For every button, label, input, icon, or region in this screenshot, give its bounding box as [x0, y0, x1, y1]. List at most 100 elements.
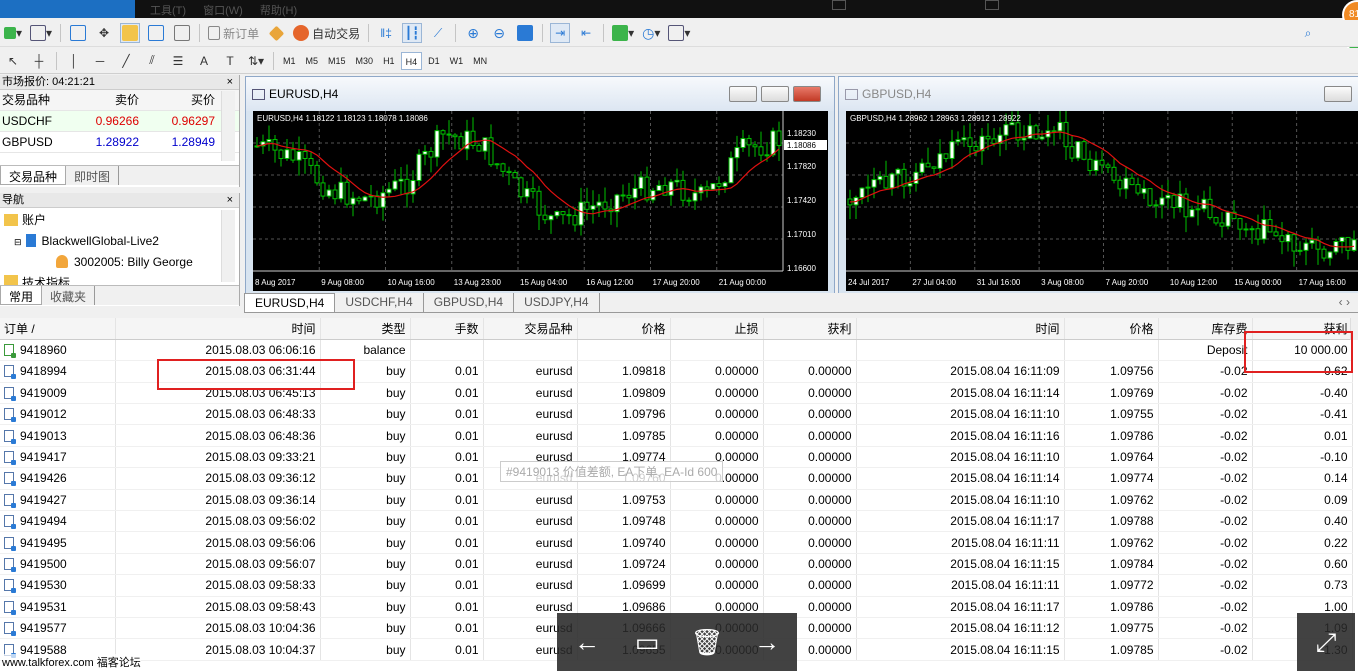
- timeframe-h4[interactable]: H4: [400, 51, 423, 70]
- column-header[interactable]: 手数: [410, 318, 484, 340]
- table-row[interactable]: 9419013 2015.08.03 06:48:36 buy 0.01 eurusd 1…: [0, 424, 1353, 447]
- metaeditor-button[interactable]: [266, 23, 286, 43]
- tab-tick-chart[interactable]: 即时图: [66, 166, 120, 185]
- chart-window-eurusd[interactable]: EURUSD,H4 EURUSD,H4 1.18122 1.18123 1.18…: [245, 76, 835, 294]
- new-order-button[interactable]: 新订单: [207, 23, 260, 43]
- profiles-button[interactable]: ▾: [29, 23, 53, 43]
- chart-tab-usdchf[interactable]: USDCHF,H4: [335, 293, 424, 312]
- column-header[interactable]: 止损: [670, 318, 764, 340]
- column-header[interactable]: 卖价: [84, 90, 139, 110]
- horizontal-line-tool[interactable]: ─: [90, 51, 110, 71]
- label-tool[interactable]: T: [220, 51, 240, 71]
- auto-scroll-button[interactable]: ⇤: [576, 23, 596, 43]
- trash-icon[interactable]: 🗑: [687, 627, 727, 658]
- table-row[interactable]: 9418994 2015.08.03 06:31:44 buy 0.01 eurusd 1…: [0, 360, 1353, 383]
- line-chart-button[interactable]: ⟋: [428, 23, 448, 43]
- menu-item[interactable]: 帮助(H): [260, 5, 297, 17]
- table-row[interactable]: 9419494 2015.08.03 09:56:02 buy 0.01 eurusd 1…: [0, 510, 1353, 533]
- comment-icon[interactable]: ▭: [627, 627, 667, 658]
- next-arrow-icon[interactable]: →: [747, 627, 787, 658]
- menu-item[interactable]: 工具(T): [150, 5, 186, 17]
- arrows-tool[interactable]: ⇅▾: [246, 51, 266, 71]
- close-icon[interactable]: ×: [227, 193, 233, 208]
- tab-favorites[interactable]: 收藏夹: [42, 286, 96, 305]
- text-tool[interactable]: A: [194, 51, 214, 71]
- vertical-line-tool[interactable]: │: [64, 51, 84, 71]
- navigator-scrollbar[interactable]: [221, 210, 235, 282]
- chart-canvas[interactable]: EURUSD,H4 1.18122 1.18123 1.18078 1.1808…: [253, 111, 828, 291]
- candlestick-button[interactable]: ┃┇: [402, 23, 423, 43]
- table-row[interactable]: 9419500 2015.08.03 09:56:07 buy 0.01 eurusd 1…: [0, 553, 1353, 576]
- data-window-button[interactable]: ✥: [94, 23, 114, 43]
- search-button[interactable]: ⌕: [1298, 23, 1318, 43]
- navigator-item-accounts[interactable]: 账户: [4, 210, 46, 231]
- cursor-tool[interactable]: ↖: [3, 51, 23, 71]
- timeframe-h1[interactable]: H1: [379, 52, 399, 70]
- channel-tool[interactable]: ⫽: [142, 51, 162, 71]
- column-header[interactable]: 库存费: [1158, 318, 1253, 340]
- indicators-button[interactable]: ▾: [611, 23, 635, 43]
- timeframe-m5[interactable]: M5: [302, 52, 323, 70]
- timeframe-m15[interactable]: M15: [324, 52, 350, 70]
- column-header[interactable]: 获利: [1252, 318, 1353, 340]
- market-watch-scrollbar[interactable]: [221, 91, 235, 161]
- menu-item[interactable]: 窗口(W): [203, 5, 243, 17]
- tab-common[interactable]: 常用: [0, 286, 43, 305]
- navigator-item-account[interactable]: 3002005: Billy George: [56, 252, 193, 273]
- close-button[interactable]: [793, 86, 821, 102]
- column-header[interactable]: 类型: [320, 318, 411, 340]
- table-row[interactable]: 9419427 2015.08.03 09:36:14 buy 0.01 eurusd 1…: [0, 489, 1353, 512]
- previous-arrow-icon[interactable]: ←: [567, 627, 607, 658]
- market-watch-row[interactable]: GBPUSD 1.28922 1.28949: [0, 132, 239, 153]
- column-header[interactable]: 订单 /: [0, 318, 116, 340]
- market-watch-row[interactable]: USDCHF 0.96266 0.96297: [0, 111, 239, 132]
- tile-windows-button[interactable]: [515, 23, 535, 43]
- minimize-button[interactable]: [1324, 86, 1352, 102]
- trendline-tool[interactable]: ╱: [116, 51, 136, 71]
- column-header[interactable]: 买价: [139, 90, 215, 110]
- timeframe-mn[interactable]: MN: [469, 52, 491, 70]
- new-chart-button[interactable]: ▾: [3, 23, 23, 43]
- fibonacci-tool[interactable]: ☰: [168, 51, 188, 71]
- navigator-item-indicators[interactable]: 技术指标: [4, 273, 70, 285]
- expand-icon[interactable]: ⤢: [1297, 613, 1355, 671]
- column-header[interactable]: 价格: [577, 318, 671, 340]
- column-header[interactable]: 价格: [1064, 318, 1159, 340]
- chart-tab-eurusd[interactable]: EURUSD,H4: [244, 293, 336, 312]
- table-row[interactable]: 9419530 2015.08.03 09:58:33 buy 0.01 eurusd 1…: [0, 574, 1353, 597]
- navigator-button[interactable]: [120, 23, 141, 43]
- column-header[interactable]: 交易品种: [483, 318, 578, 340]
- minimize-button[interactable]: [729, 86, 757, 102]
- table-row[interactable]: 9419009 2015.08.03 06:45:13 buy 0.01 eurusd 1…: [0, 382, 1353, 405]
- table-row[interactable]: 9419012 2015.08.03 06:48:33 buy 0.01 eurusd 1…: [0, 403, 1353, 426]
- chart-window-gbpusd[interactable]: GBPUSD,H4 GBPUSD,H4 1.28962 1.28963 1.28…: [838, 76, 1358, 294]
- chart-canvas[interactable]: GBPUSD,H4 1.28962 1.28963 1.28912 1.2892…: [846, 111, 1358, 291]
- chart-shift-button[interactable]: ⇥: [550, 23, 571, 43]
- navigator-item-server[interactable]: ⊟ BlackwellGlobal-Live2: [14, 231, 159, 252]
- periods-button[interactable]: ◷ ▾: [641, 23, 661, 43]
- column-header[interactable]: 时间: [856, 318, 1065, 340]
- crosshair-tool[interactable]: ┼: [29, 51, 49, 71]
- tester-button[interactable]: [172, 23, 192, 43]
- history-scroll-up-icon[interactable]: [1350, 318, 1358, 340]
- close-icon[interactable]: ×: [227, 75, 233, 90]
- market-watch-button[interactable]: [68, 23, 88, 43]
- zoom-in-button[interactable]: ⊕: [463, 23, 483, 43]
- timeframe-d1[interactable]: D1: [424, 52, 444, 70]
- zoom-out-button[interactable]: ⊖: [489, 23, 509, 43]
- templates-button[interactable]: ▾: [667, 23, 691, 43]
- chart-tab-gbpusd[interactable]: GBPUSD,H4: [424, 293, 515, 312]
- scroll-arrows-icon[interactable]: ‹ ›: [1331, 293, 1358, 312]
- auto-trading-button[interactable]: 自动交易: [292, 23, 361, 43]
- terminal-button[interactable]: [146, 23, 166, 43]
- timeframe-m30[interactable]: M30: [352, 52, 378, 70]
- column-header[interactable]: 时间: [115, 318, 321, 340]
- bar-chart-button[interactable]: ‖‡: [376, 23, 396, 43]
- column-header[interactable]: 交易品种: [0, 90, 84, 110]
- timeframe-m1[interactable]: M1: [279, 52, 300, 70]
- chart-tab-usdjpy[interactable]: USDJPY,H4: [514, 293, 600, 312]
- table-row[interactable]: 9418960 2015.08.03 06:06:16 balance Deposit…: [0, 339, 1353, 362]
- tab-symbols[interactable]: 交易品种: [0, 166, 67, 185]
- table-row[interactable]: 9419495 2015.08.03 09:56:06 buy 0.01 eurusd 1…: [0, 531, 1353, 554]
- maximize-button[interactable]: [761, 86, 789, 102]
